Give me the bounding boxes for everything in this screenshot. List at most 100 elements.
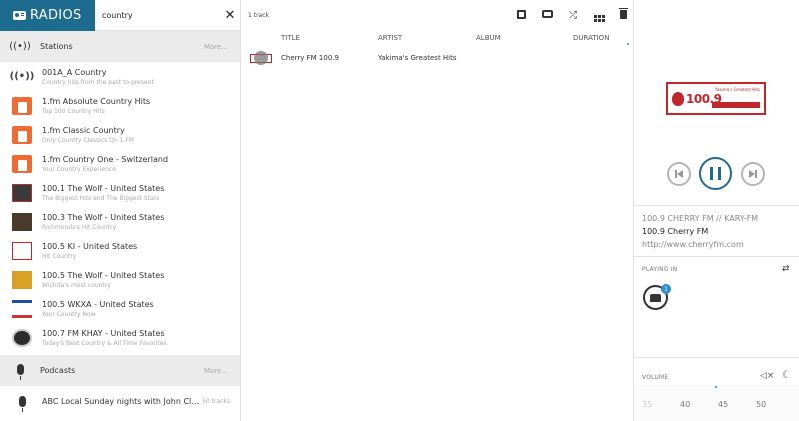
station-desc: Your Country Now <box>42 310 96 318</box>
search-box[interactable]: country ✕ <box>95 0 240 31</box>
volume-tick: 50 <box>756 400 767 409</box>
station-logo-1fm <box>12 96 32 115</box>
station-name: 1.fm Country One - Switzerland <box>42 154 169 164</box>
track-toolbar: 1 track ⤮ <box>241 0 634 31</box>
station-item[interactable]: 1.fm Absolute Country Hits Top 100 Countr… <box>0 91 240 120</box>
column-artist[interactable]: ARTIST <box>378 34 402 42</box>
divider <box>634 357 799 358</box>
stations-more-link[interactable]: More... <box>204 43 240 51</box>
podcast-track-count: 50 tracks <box>202 398 230 405</box>
podcasts-section-title: Podcasts <box>40 366 76 375</box>
station-list: ((•)) 001A_A Country Country hits from th… <box>0 62 240 352</box>
grid-view-button[interactable] <box>586 10 612 22</box>
station-logo-1fm <box>12 154 32 173</box>
podcasts-more-link[interactable]: More... <box>204 367 240 375</box>
scroll-indicator <box>627 43 629 45</box>
column-title[interactable]: TITLE <box>281 34 300 42</box>
skip-next-icon <box>749 170 757 178</box>
sleep-timer-icon[interactable]: ☾ <box>782 370 791 381</box>
now-playing-title: 100.9 Cherry FM <box>642 227 709 236</box>
radios-brand-tab[interactable]: RADIOS <box>0 0 95 31</box>
station-name: 1.fm Classic Country <box>42 125 125 135</box>
track-panel: 1 track ⤮ TITLE ARTIST ALBUM DURATION Ch… <box>241 0 634 421</box>
microphone-icon <box>14 393 30 412</box>
podcast-name: ABC Local Sunday nights with John Cle... <box>42 397 203 406</box>
trash-icon <box>618 7 628 19</box>
station-item[interactable]: 100.7 FM KHAY - United States Today's Bes… <box>0 323 240 352</box>
station-name: 100.5 The Wolf - United States <box>42 270 165 280</box>
track-title: Cherry FM 100.9 <box>281 54 339 62</box>
station-name: 1.fm Absolute Country Hits <box>42 96 151 106</box>
stations-section-header: ((•)) Stations More... <box>0 31 240 62</box>
track-artist: Yakima's Greatest Hits <box>378 54 457 62</box>
volume-slider[interactable]: 35 40 45 50 <box>634 385 799 421</box>
column-album[interactable]: ALBUM <box>476 34 501 42</box>
playing-in-label: PLAYING IN <box>642 266 678 273</box>
volume-tick: 45 <box>718 400 729 409</box>
station-logo <box>12 328 32 347</box>
station-desc: Top 100 Country Hits <box>42 107 105 115</box>
repeat-icon <box>541 10 553 18</box>
previous-button[interactable] <box>667 162 691 186</box>
play-overlay-icon[interactable] <box>254 51 268 65</box>
station-desc: Wichita's most country <box>42 281 111 289</box>
pause-icon <box>710 167 721 180</box>
clear-search-icon[interactable]: ✕ <box>219 9 240 22</box>
shuffle-button[interactable]: ⤮ <box>560 10 586 21</box>
search-input[interactable]: country <box>102 11 219 20</box>
column-duration[interactable]: DURATION <box>573 34 609 42</box>
save-playlist-button[interactable] <box>508 9 534 22</box>
clear-queue-button[interactable] <box>612 7 634 22</box>
station-desc: Only Country Classics On 1.FM <box>42 136 134 144</box>
now-playing-url[interactable]: http://www.cherryfm.com <box>642 240 744 249</box>
repeat-button[interactable] <box>534 10 560 21</box>
podcast-list: ABC Local Sunday nights with John Cle...… <box>0 387 240 416</box>
track-row[interactable]: Cherry FM 100.9 Yakima's Greatest Hits <box>241 48 634 68</box>
volume-tick: 40 <box>680 400 691 409</box>
station-name: 100.3 The Wolf - United States <box>42 212 165 222</box>
station-logo-1fm <box>12 125 32 144</box>
cherry-icon <box>672 91 684 106</box>
mute-icon[interactable]: ◁× <box>760 371 774 381</box>
broadcast-icon: ((•)) <box>9 41 31 52</box>
skip-previous-icon <box>675 170 683 178</box>
microphone-icon <box>0 363 40 380</box>
station-item[interactable]: 100.1 The Wolf - United States The Bigges… <box>0 178 240 207</box>
swap-icon[interactable]: ⇄ <box>782 264 790 274</box>
divider <box>634 256 799 257</box>
station-item[interactable]: ((•)) 001A_A Country Country hits from th… <box>0 62 240 91</box>
station-name: 100.5 WKXA - United States <box>42 299 154 309</box>
station-item[interactable]: 100.5 KI - United States Hit Country <box>0 236 240 265</box>
track-thumbnail <box>250 51 272 65</box>
station-logo <box>12 183 32 202</box>
now-playing-station: 100.9 CHERRY FM // KARY-FM <box>642 214 759 223</box>
next-button[interactable] <box>741 162 765 186</box>
logo-tagline: Yakima's Greatest Hits <box>715 87 760 92</box>
now-playing-logo: 100.9 Yakima's Greatest Hits <box>666 82 766 115</box>
station-name: 001A_A Country <box>42 67 107 77</box>
shuffle-icon: ⤮ <box>569 10 577 21</box>
station-name: 100.7 FM KHAY - United States <box>42 328 165 338</box>
station-desc: The Biggest Hits and The Biggest Stars <box>42 194 160 202</box>
save-icon <box>516 9 526 19</box>
track-count: 1 track <box>248 12 269 19</box>
station-item[interactable]: 1.fm Country One - Switzerland Your Count… <box>0 149 240 178</box>
station-logo <box>12 212 32 231</box>
station-item[interactable]: 1.fm Classic Country Only Country Classic… <box>0 120 240 149</box>
pause-button[interactable] <box>699 157 732 190</box>
station-desc: Richmonds's Hit Country <box>42 223 117 231</box>
stations-section-title: Stations <box>40 42 73 51</box>
podcast-item[interactable]: ABC Local Sunday nights with John Cle...… <box>0 387 240 416</box>
station-desc: Your Country Experience <box>42 165 116 173</box>
sofa-icon <box>650 293 661 302</box>
sidebar: RADIOS country ✕ ((•)) Stations More... … <box>0 0 241 421</box>
broadcast-icon: ((•)) <box>9 71 35 82</box>
player-panel: 100.9 Yakima's Greatest Hits 100.9 CHERR… <box>634 0 799 421</box>
podcasts-section-header: Podcasts More... <box>0 355 240 386</box>
station-item[interactable]: 100.3 The Wolf - United States Richmonds'… <box>0 207 240 236</box>
station-item[interactable]: 100.5 The Wolf - United States Wichita's … <box>0 265 240 294</box>
station-item[interactable]: 100.5 WKXA - United States Your Country N… <box>0 294 240 323</box>
track-table-header: TITLE ARTIST ALBUM DURATION <box>241 31 634 45</box>
station-name: 100.5 KI - United States <box>42 241 138 251</box>
device-count-badge: 1 <box>661 284 671 294</box>
